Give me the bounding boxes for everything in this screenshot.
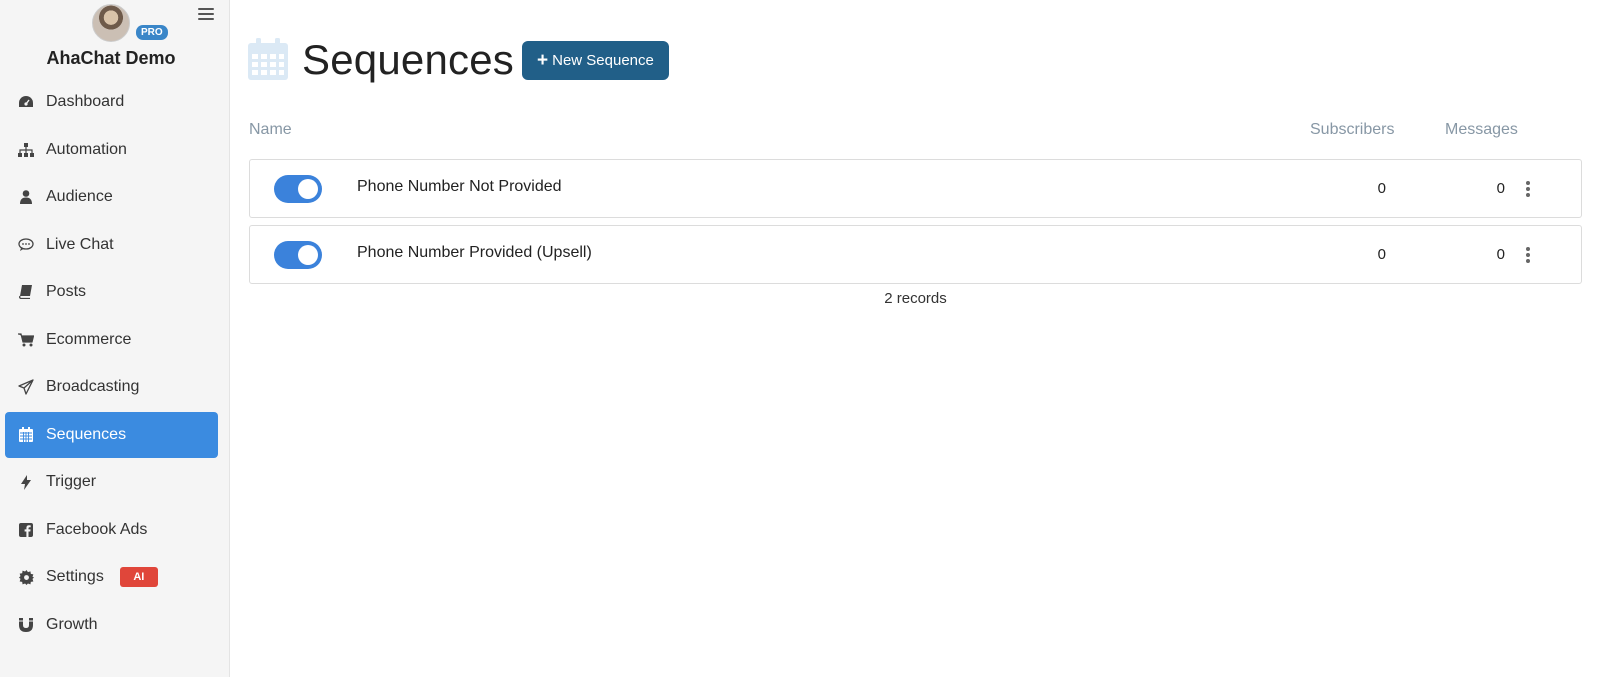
sequence-enabled-toggle[interactable] — [274, 175, 322, 203]
subscribers-count: 0 — [1377, 180, 1386, 197]
calendar-icon — [18, 427, 34, 443]
sidebar-item-label: Live Chat — [46, 235, 114, 253]
sequence-name[interactable]: Phone Number Not Provided — [357, 178, 562, 196]
sequence-name[interactable]: Phone Number Provided (Upsell) — [357, 244, 592, 262]
sidebar: PRO AhaChat Demo Dashboard Automation Au… — [0, 0, 230, 677]
sequence-enabled-toggle[interactable] — [274, 241, 322, 269]
user-icon — [18, 189, 34, 205]
sidebar-item-label: Trigger — [46, 473, 97, 490]
avatar[interactable] — [92, 4, 130, 42]
column-header-name: Name — [249, 121, 292, 138]
account-avatar-block[interactable]: PRO — [92, 4, 168, 42]
new-sequence-label: New Sequence — [552, 52, 654, 69]
sidebar-item-automation[interactable]: Automation — [5, 127, 218, 173]
table-row[interactable]: Phone Number Not Provided 0 0 — [249, 159, 1582, 218]
messages-count: 0 — [1496, 246, 1505, 263]
sidebar-item-sequences[interactable]: Sequences — [5, 411, 218, 458]
sidebar-item-label: Growth — [46, 615, 98, 633]
magnet-icon — [18, 617, 34, 633]
sidebar-item-label: Audience — [46, 188, 113, 205]
sidebar-item-facebook-ads[interactable]: Facebook Ads — [5, 507, 218, 553]
sidebar-item-label: Automation — [46, 140, 127, 158]
calendar-icon — [248, 38, 288, 80]
more-options-icon[interactable] — [1522, 246, 1534, 264]
sidebar-item-audience[interactable]: Audience — [5, 174, 218, 220]
sidebar-item-live-chat[interactable]: Live Chat — [5, 222, 218, 268]
cart-icon — [18, 332, 34, 348]
ai-badge: AI — [119, 567, 158, 587]
column-header-subscribers: Subscribers — [1310, 121, 1395, 138]
bolt-icon — [18, 474, 34, 490]
messages-count: 0 — [1496, 180, 1505, 197]
sidebar-item-label: Settings — [46, 568, 104, 585]
facebook-icon — [18, 522, 34, 538]
account-name: AhaChat Demo — [46, 48, 176, 68]
plus-icon: + — [537, 50, 549, 71]
paper-plane-icon — [18, 379, 34, 395]
sidebar-item-growth[interactable]: Growth — [5, 602, 218, 648]
pro-badge: PRO — [136, 25, 168, 40]
sidebar-item-label: Facebook Ads — [46, 520, 148, 538]
hamburger-menu-icon[interactable] — [198, 8, 214, 22]
more-options-icon[interactable] — [1522, 180, 1534, 198]
sidebar-item-label: Posts — [46, 283, 87, 300]
sidebar-item-settings[interactable]: Settings AI — [5, 554, 218, 600]
gear-icon — [18, 569, 34, 585]
sidebar-item-posts[interactable]: Posts — [5, 269, 218, 315]
column-header-messages: Messages — [1445, 121, 1518, 138]
sidebar-item-label: Dashboard — [46, 93, 125, 110]
records-count: 2 records — [884, 290, 947, 307]
new-sequence-button[interactable]: + New Sequence — [522, 41, 669, 80]
sidebar-item-label: Sequences — [46, 425, 127, 443]
sidebar-item-dashboard[interactable]: Dashboard — [5, 79, 218, 125]
sitemap-icon — [18, 142, 34, 158]
sidebar-nav: Dashboard Automation Audience Live Chat … — [5, 79, 218, 649]
sidebar-item-ecommerce[interactable]: Ecommerce — [5, 317, 218, 363]
table-row[interactable]: Phone Number Provided (Upsell) 0 0 — [249, 225, 1582, 284]
sidebar-item-label: Broadcasting — [46, 378, 140, 395]
sidebar-item-trigger[interactable]: Trigger — [5, 459, 218, 505]
page-title: Sequences — [302, 36, 514, 83]
book-icon — [18, 284, 34, 300]
sidebar-item-broadcasting[interactable]: Broadcasting — [5, 364, 218, 410]
chat-bubble-icon — [18, 237, 34, 253]
subscribers-count: 0 — [1377, 246, 1386, 263]
main-content: Sequences + New Sequence Name Subscriber… — [230, 0, 1600, 677]
dashboard-icon — [18, 94, 34, 110]
sidebar-item-label: Ecommerce — [46, 330, 132, 348]
